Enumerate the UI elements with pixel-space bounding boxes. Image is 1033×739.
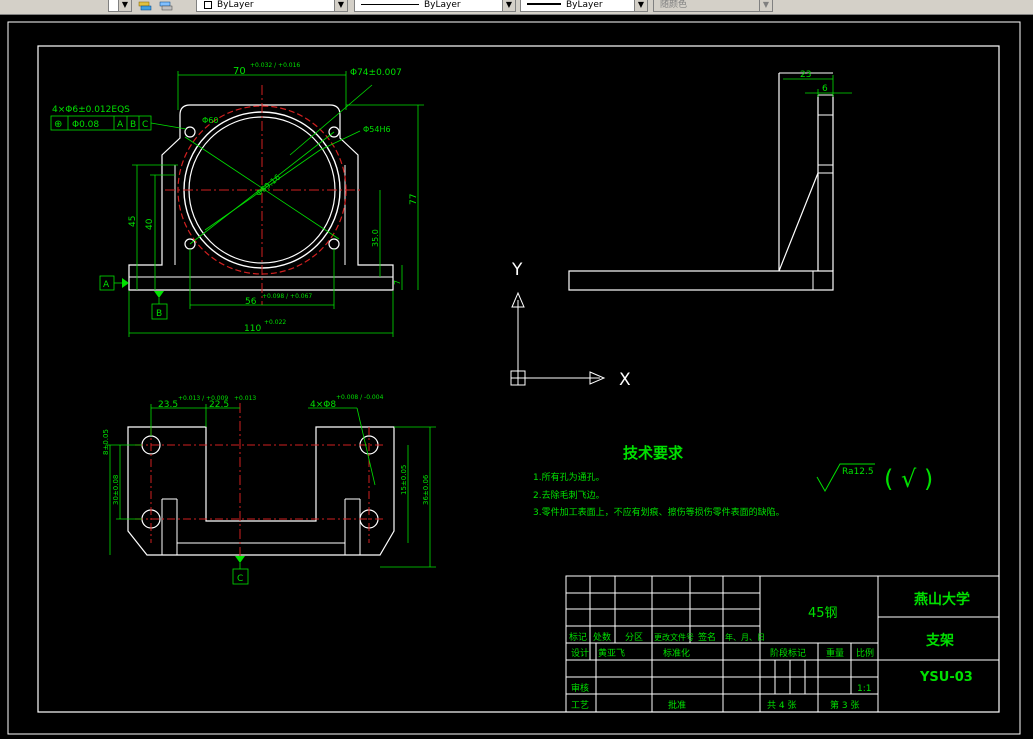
scale-label: 比例 bbox=[856, 647, 874, 659]
hdr-zone: 分区 bbox=[625, 632, 643, 643]
dim-height-40: 40 bbox=[145, 218, 155, 230]
dim-top-22-5: 22.5 bbox=[209, 400, 229, 410]
school-name: 燕山大学 bbox=[914, 591, 970, 608]
datum-a-label: A bbox=[103, 280, 110, 290]
hdr-sign: 签名 bbox=[698, 631, 716, 643]
dim-total-110-tol: +0.022 bbox=[264, 319, 286, 326]
surface-roughness-note: Ra12.5 ( √ ) bbox=[816, 463, 933, 493]
top-view: 23.5 +0.013 / +0.009 22.5 +0.013 4×Φ8 +0… bbox=[102, 394, 436, 585]
front-view: 70 +0.032 / +0.016 Φ74±0.007 Φ54H6 Φ60 Φ… bbox=[50, 62, 424, 337]
sheets-total: 共 4 张 bbox=[767, 700, 796, 711]
plotstyle-value: 随颜色 bbox=[660, 0, 688, 10]
ucs-icon: Y X bbox=[510, 260, 631, 390]
layer-states-icon[interactable] bbox=[137, 0, 153, 12]
standard-label: 标准化 bbox=[663, 647, 690, 659]
tech-title: 技术要求 bbox=[623, 444, 684, 462]
lineweight-sample bbox=[527, 3, 561, 5]
color-swatch bbox=[204, 1, 212, 9]
hdr-mark: 标记 bbox=[569, 631, 587, 643]
hdr-docno: 更改文件号 bbox=[654, 632, 694, 642]
tech-item-1: 1.所有孔为通孔。 bbox=[533, 471, 605, 483]
properties-toolbar: ▼ ByLayer ▼ ByLayer ▼ ByLayer ▼ 随颜色 ▼ bbox=[0, 0, 1033, 15]
color-control[interactable]: ByLayer ▼ bbox=[196, 0, 348, 12]
dim-width-top-tol: +0.032 / +0.016 bbox=[250, 62, 300, 69]
dim-base-56-tol: +0.098 / +0.067 bbox=[262, 293, 312, 300]
dim-hole-pattern: 4×Φ6±0.012EQS bbox=[52, 105, 130, 115]
chevron-down-icon[interactable]: ▼ bbox=[334, 0, 347, 11]
chevron-down-icon: ▼ bbox=[759, 0, 772, 11]
dim-hole-dia: Φ74±0.007 bbox=[350, 68, 402, 78]
fcf-datum-c: C bbox=[142, 120, 148, 130]
dim-total-110: 110 bbox=[244, 324, 261, 334]
approve-label: 批准 bbox=[668, 699, 686, 711]
dim-counterbore: Φ54H6 bbox=[363, 125, 391, 134]
dim-width-top: 70 bbox=[233, 66, 246, 77]
dim-side-23: 23 bbox=[800, 70, 811, 80]
lineweight-value: ByLayer bbox=[566, 0, 603, 10]
linetype-control[interactable]: ByLayer ▼ bbox=[354, 0, 516, 12]
technical-requirements: 技术要求 1.所有孔为通孔。 2.去除毛刺飞边。 3.零件加工表面上，不应有划痕… bbox=[533, 444, 785, 518]
dim-base-thk: 7 bbox=[393, 280, 402, 285]
dim-base-56: 56 bbox=[245, 297, 257, 307]
dim-top-holes-tol: +0.008 / -0.004 bbox=[336, 394, 384, 401]
part-name: 支架 bbox=[925, 632, 954, 649]
fcf-position-symbol: ⊕ bbox=[54, 119, 62, 130]
color-value: ByLayer bbox=[217, 0, 254, 10]
designer-name: 黄亚飞 bbox=[598, 647, 625, 659]
linetype-sample bbox=[361, 4, 419, 5]
chevron-down-icon[interactable]: ▼ bbox=[118, 0, 131, 11]
lineweight-control[interactable]: ByLayer ▼ bbox=[520, 0, 648, 12]
chevron-down-icon[interactable]: ▼ bbox=[502, 0, 515, 11]
dim-side-6: 6 bbox=[822, 84, 828, 94]
material-value: 45钢 bbox=[808, 606, 838, 621]
designer-label: 设计 bbox=[571, 647, 589, 659]
dim-top-left-a: 8±0.05 bbox=[102, 429, 110, 455]
dim-height-35: 35.0 bbox=[371, 229, 380, 247]
dim-top-23-5: 23.5 bbox=[158, 400, 178, 410]
dim-height-45: 45 bbox=[128, 216, 138, 227]
fcf-tolerance: Φ0.08 bbox=[72, 120, 99, 130]
process-label: 工艺 bbox=[571, 700, 589, 711]
fcf-datum-b: B bbox=[130, 120, 136, 130]
plotstyle-control: 随颜色 ▼ bbox=[653, 0, 773, 12]
ucs-y-label: Y bbox=[511, 260, 523, 280]
dim-top-right-a: 15±0.05 bbox=[400, 465, 408, 495]
dim-top-22-5-tol: +0.013 bbox=[234, 395, 256, 402]
datum-c-label: C bbox=[237, 574, 243, 584]
roughness-label: Ra12.5 bbox=[842, 467, 874, 477]
layer-previous-icon[interactable] bbox=[158, 0, 174, 12]
dim-top-left-b: 30±0.08 bbox=[112, 475, 120, 505]
tech-item-3: 3.零件加工表面上，不应有划痕、擦伤等损伤零件表面的缺陷。 bbox=[533, 506, 785, 518]
side-view: 23 6 bbox=[568, 70, 852, 291]
stage-label: 阶段标记 bbox=[770, 647, 806, 659]
fcf-datum-a: A bbox=[117, 120, 124, 130]
feature-control-frame: ⊕ Φ0.08 A B C bbox=[50, 115, 152, 131]
scale-value: 1:1 bbox=[857, 684, 871, 694]
linetype-value: ByLayer bbox=[424, 0, 461, 10]
dim-pcd: Φ60 bbox=[202, 116, 218, 125]
dim-top-right-b: 36±0.06 bbox=[422, 474, 430, 505]
drawing-number: YSU-03 bbox=[919, 670, 973, 685]
roughness-other-mark: ( √ ) bbox=[884, 465, 933, 493]
hdr-count: 处数 bbox=[593, 631, 611, 643]
weight-label: 重量 bbox=[826, 647, 844, 659]
review-label: 审核 bbox=[571, 682, 589, 694]
dim-top-holes: 4×Φ8 bbox=[310, 400, 336, 410]
dim-height-77: 77 bbox=[409, 194, 419, 205]
chevron-down-icon[interactable]: ▼ bbox=[634, 0, 647, 11]
sheet-number: 第 3 张 bbox=[830, 699, 859, 711]
hdr-date: 年、月、日 bbox=[725, 632, 765, 642]
layer-combo-tail[interactable]: ▼ bbox=[108, 0, 132, 12]
ucs-x-label: X bbox=[619, 370, 631, 390]
datum-b-label: B bbox=[156, 309, 162, 319]
tech-item-2: 2.去除毛刺飞边。 bbox=[533, 489, 605, 501]
drawing-canvas[interactable]: 70 +0.032 / +0.016 Φ74±0.007 Φ54H6 Φ60 Φ… bbox=[0, 15, 1033, 739]
